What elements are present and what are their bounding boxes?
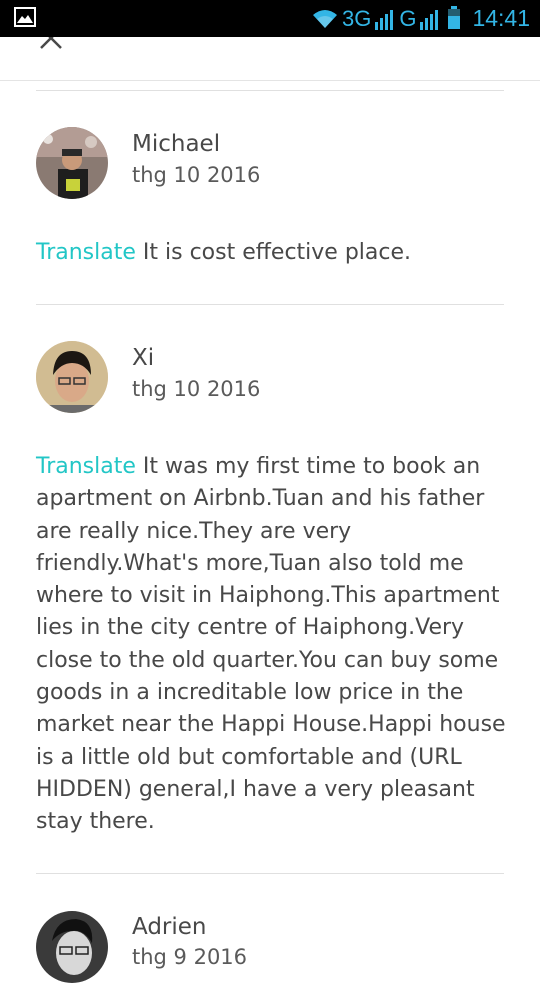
reviewer-avatar[interactable] xyxy=(36,911,108,983)
network-type-1: 3G xyxy=(341,5,372,31)
app-bar xyxy=(0,37,540,81)
translate-link[interactable]: Translate xyxy=(36,240,136,265)
reviewer-name: Michael xyxy=(132,131,221,157)
review-date: thg 9 2016 xyxy=(132,945,248,969)
close-icon[interactable] xyxy=(38,37,64,51)
image-notification-icon xyxy=(14,7,36,27)
reviewer-name: Xi xyxy=(132,345,155,371)
battery-icon xyxy=(448,5,461,29)
review-body: Translate It is cost effective place. xyxy=(36,237,506,269)
divider xyxy=(36,90,504,91)
review-date: thg 10 2016 xyxy=(132,377,261,401)
divider xyxy=(36,304,504,305)
reviewer-name: Adrien xyxy=(132,914,207,940)
wifi-icon xyxy=(312,9,337,28)
review-text: It is cost effective place. xyxy=(142,240,412,265)
translate-link[interactable]: Translate xyxy=(36,454,136,479)
review-text: It was my first time to book an apartmen… xyxy=(36,454,506,835)
review-body: Translate It was my first time to book a… xyxy=(36,451,506,839)
reviewer-avatar[interactable] xyxy=(36,341,108,413)
signal-icon-2 xyxy=(420,9,439,30)
reviewer-avatar[interactable] xyxy=(36,127,108,199)
review-date: thg 10 2016 xyxy=(132,163,261,187)
status-bar: 3G G 14:41 xyxy=(0,0,540,37)
clock: 14:41 xyxy=(472,5,530,31)
divider xyxy=(36,873,504,874)
network-type-2: G xyxy=(399,5,417,31)
signal-icon-1 xyxy=(375,9,394,30)
